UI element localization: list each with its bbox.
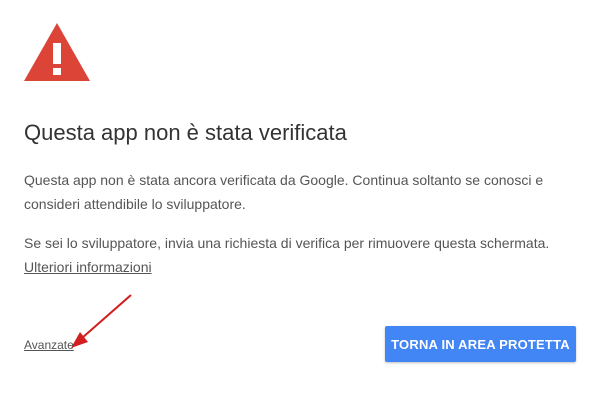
unverified-app-page: Questa app non è stata verificata Questa…: [0, 0, 594, 397]
developer-info-label: Se sei lo sviluppatore, invia una richie…: [24, 235, 550, 251]
more-info-link[interactable]: Ulteriori informazioni: [24, 259, 152, 275]
developer-info-text: Se sei lo sviluppatore, invia una richie…: [24, 231, 570, 279]
advanced-link[interactable]: Avanzate: [24, 338, 74, 352]
verification-warning-text: Questa app non è stata ancora verificata…: [24, 172, 544, 212]
warning-triangle-icon: [24, 23, 90, 81]
page-title: Questa app non è stata verificata: [24, 120, 347, 145]
back-to-safety-button[interactable]: TORNA IN AREA PROTETTA: [385, 326, 576, 362]
